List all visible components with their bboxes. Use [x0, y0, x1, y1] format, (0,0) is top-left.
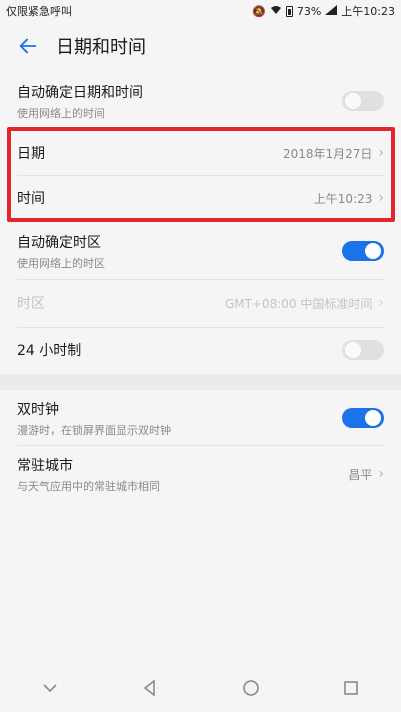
page-title: 日期和时间 [56, 37, 146, 58]
nav-back-button[interactable] [120, 668, 180, 708]
timezone-title: 时区 [17, 296, 45, 312]
nav-recents-button[interactable] [321, 668, 381, 708]
dual-clock-subtitle: 漫游时，在锁屏界面显示双时钟 [17, 423, 171, 437]
dual-clock-row[interactable]: 双时钟 漫游时，在锁屏界面显示双时钟 [17, 394, 384, 442]
hour24-row[interactable]: 24 小时制 [17, 329, 384, 371]
recents-icon [344, 681, 358, 695]
chevron-right-icon: › [378, 295, 384, 311]
hour24-toggle[interactable] [342, 340, 384, 360]
auto-datetime-subtitle: 使用网络上的时间 [17, 106, 105, 120]
navigation-bar [0, 664, 401, 712]
collapse-button[interactable] [20, 668, 80, 708]
hour24-title: 24 小时制 [17, 343, 82, 359]
status-bar: 仅限紧急呼叫 🔕 73% 上午10:23 [0, 0, 401, 22]
timezone-row: 时区 GMT+08:00 中国标准时间 › [17, 281, 384, 325]
home-city-row[interactable]: 常驻城市 与天气应用中的常驻城市相同 昌平 › [17, 449, 384, 499]
home-city-subtitle: 与天气应用中的常驻城市相同 [17, 479, 160, 493]
mute-icon: 🔕 [252, 4, 266, 18]
dual-clock-title: 双时钟 [17, 401, 59, 418]
app-bar: 日期和时间 [0, 22, 401, 70]
section-gap [0, 374, 401, 390]
collapse-icon [43, 684, 57, 693]
back-icon [144, 679, 156, 697]
battery-percent: 73% [296, 4, 322, 18]
chevron-right-icon: › [378, 466, 384, 482]
dual-clock-toggle[interactable] [342, 408, 384, 428]
home-city-title: 常驻城市 [17, 457, 73, 474]
auto-timezone-row[interactable]: 自动确定时区 使用网络上的时区 [17, 226, 384, 276]
signal-icon [325, 4, 338, 18]
auto-timezone-toggle[interactable] [342, 241, 384, 261]
divider [17, 327, 384, 328]
highlight-box [7, 127, 395, 222]
home-city-value: 昌平 [348, 467, 373, 482]
nav-home-button[interactable] [221, 668, 281, 708]
status-right: 🔕 73% 上午10:23 [252, 3, 395, 19]
timezone-value: GMT+08:00 中国标准时间 [224, 296, 373, 311]
back-arrow-icon [19, 38, 37, 54]
auto-timezone-title: 自动确定时区 [17, 234, 101, 251]
back-button[interactable] [0, 22, 56, 70]
auto-timezone-subtitle: 使用网络上的时区 [17, 256, 105, 270]
battery-icon [285, 5, 293, 17]
status-left-text: 仅限紧急呼叫 [6, 5, 72, 18]
home-icon [242, 680, 259, 696]
auto-datetime-title: 自动确定日期和时间 [17, 84, 143, 101]
wifi-icon [270, 5, 282, 18]
divider [17, 279, 384, 280]
status-time: 上午10:23 [341, 5, 395, 18]
auto-datetime-toggle[interactable] [342, 91, 384, 111]
divider [17, 445, 384, 446]
auto-datetime-row[interactable]: 自动确定日期和时间 使用网络上的时间 [17, 76, 384, 126]
